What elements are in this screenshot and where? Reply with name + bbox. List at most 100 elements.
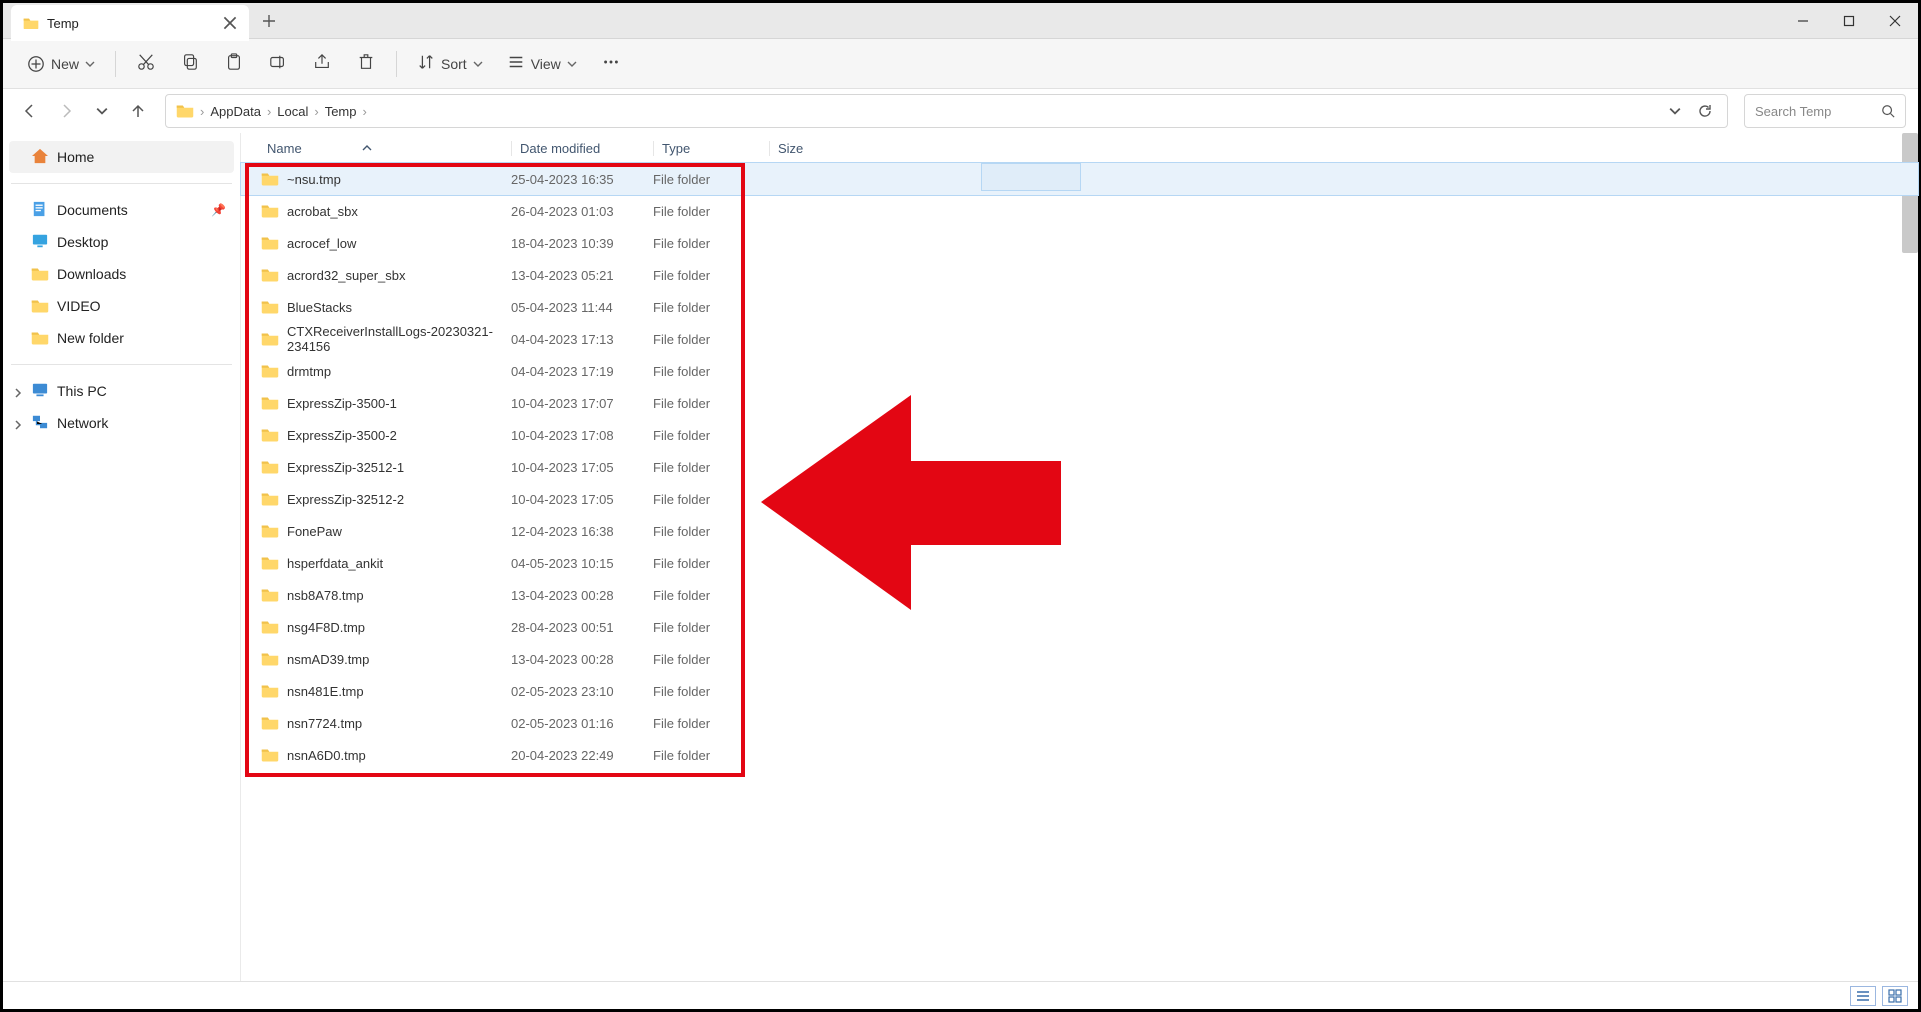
folder-icon	[31, 297, 49, 316]
file-name: nsg4F8D.tmp	[287, 620, 365, 635]
nav-row: › AppData › Local › Temp › Search Temp	[3, 89, 1918, 133]
cut-button[interactable]	[126, 47, 166, 81]
tab-title: Temp	[47, 16, 215, 31]
sort-button[interactable]: Sort	[407, 47, 493, 81]
copy-button[interactable]	[170, 47, 210, 81]
file-row[interactable]: ExpressZip-3500-110-04-2023 17:07File fo…	[241, 387, 1918, 419]
file-row[interactable]: drmtmp04-04-2023 17:19File folder	[241, 355, 1918, 387]
nav-item-label: Documents	[57, 202, 128, 218]
refresh-button[interactable]	[1693, 99, 1717, 123]
breadcrumb-segment[interactable]: Local	[277, 104, 308, 119]
nav-quick-item[interactable]: New folder	[3, 322, 240, 354]
search-box[interactable]: Search Temp	[1744, 94, 1906, 128]
file-row[interactable]: nsg4F8D.tmp28-04-2023 00:51File folder	[241, 611, 1918, 643]
nav-item-label: This PC	[57, 383, 107, 399]
nav-quick-item[interactable]: VIDEO	[3, 290, 240, 322]
breadcrumb-segment[interactable]: AppData	[210, 104, 261, 119]
maximize-button[interactable]	[1826, 3, 1872, 38]
file-type: File folder	[653, 492, 769, 507]
folder-icon	[261, 330, 279, 349]
file-name: CTXReceiverInstallLogs-20230321-234156	[287, 324, 511, 354]
up-button[interactable]	[123, 96, 153, 126]
nav-quick-item[interactable]: Downloads	[3, 258, 240, 290]
file-name: nsb8A78.tmp	[287, 588, 364, 603]
nav-group-item[interactable]: Network	[3, 407, 240, 439]
thumbnails-view-button[interactable]	[1882, 986, 1908, 1006]
minimize-button[interactable]	[1780, 3, 1826, 38]
new-button[interactable]: New	[17, 47, 105, 81]
tab-close-icon[interactable]	[223, 16, 237, 30]
folder-icon	[261, 682, 279, 701]
file-date: 04-04-2023 17:13	[511, 332, 653, 347]
sort-button-label: Sort	[441, 56, 467, 72]
ellipsis-icon	[602, 53, 620, 74]
close-window-button[interactable]	[1872, 3, 1918, 38]
folder-icon	[261, 266, 279, 285]
address-bar[interactable]: › AppData › Local › Temp ›	[165, 94, 1728, 128]
file-row[interactable]: BlueStacks05-04-2023 11:44File folder	[241, 291, 1918, 323]
folder-icon	[176, 102, 194, 121]
file-type: File folder	[653, 460, 769, 475]
file-row[interactable]: acrocef_low18-04-2023 10:39File folder	[241, 227, 1918, 259]
details-view-button[interactable]	[1850, 986, 1876, 1006]
forward-button[interactable]	[51, 96, 81, 126]
back-button[interactable]	[15, 96, 45, 126]
column-type[interactable]: Type	[653, 141, 769, 156]
annotation-arrow-icon	[761, 395, 1061, 610]
file-name: acrord32_super_sbx	[287, 268, 406, 283]
nav-quick-item[interactable]: Documents📌	[3, 194, 240, 226]
recent-dropdown[interactable]	[87, 96, 117, 126]
file-row[interactable]: ExpressZip-32512-110-04-2023 17:05File f…	[241, 451, 1918, 483]
rename-button[interactable]	[258, 47, 298, 81]
file-name: ~nsu.tmp	[287, 172, 341, 187]
more-button[interactable]	[591, 47, 631, 81]
file-row[interactable]: nsn7724.tmp02-05-2023 01:16File folder	[241, 707, 1918, 739]
share-button[interactable]	[302, 47, 342, 81]
file-date: 13-04-2023 00:28	[511, 652, 653, 667]
window-tab[interactable]: Temp	[11, 5, 249, 41]
nav-item-label: Desktop	[57, 234, 108, 250]
folder-icon	[261, 522, 279, 541]
file-row[interactable]: hsperfdata_ankit04-05-2023 10:15File fol…	[241, 547, 1918, 579]
file-date: 26-04-2023 01:03	[511, 204, 653, 219]
delete-button[interactable]	[346, 47, 386, 81]
file-row[interactable]: acrord32_super_sbx13-04-2023 05:21File f…	[241, 259, 1918, 291]
column-date[interactable]: Date modified	[511, 141, 653, 156]
file-row[interactable]: nsb8A78.tmp13-04-2023 00:28File folder	[241, 579, 1918, 611]
file-row[interactable]: ExpressZip-32512-210-04-2023 17:05File f…	[241, 483, 1918, 515]
folder-icon	[261, 714, 279, 733]
nav-quick-item[interactable]: Desktop	[3, 226, 240, 258]
file-type: File folder	[653, 172, 769, 187]
folder-icon	[261, 618, 279, 637]
file-name: nsmAD39.tmp	[287, 652, 369, 667]
breadcrumb-segment[interactable]: Temp	[325, 104, 357, 119]
file-row[interactable]: ExpressZip-3500-210-04-2023 17:08File fo…	[241, 419, 1918, 451]
file-row[interactable]: nsn481E.tmp02-05-2023 23:10File folder	[241, 675, 1918, 707]
folder-icon	[261, 234, 279, 253]
nav-group-item[interactable]: This PC	[3, 375, 240, 407]
file-name: nsn7724.tmp	[287, 716, 362, 731]
file-row[interactable]: acrobat_sbx26-04-2023 01:03File folder	[241, 195, 1918, 227]
nav-home[interactable]: Home	[9, 141, 234, 173]
column-size[interactable]: Size	[769, 141, 849, 156]
file-type: File folder	[653, 396, 769, 411]
file-name: nsnA6D0.tmp	[287, 748, 366, 763]
nav-item-label: VIDEO	[57, 298, 101, 314]
column-name[interactable]: Name	[267, 141, 511, 156]
folder-icon	[261, 490, 279, 509]
file-type: File folder	[653, 652, 769, 667]
file-name: hsperfdata_ankit	[287, 556, 383, 571]
folder-icon	[261, 202, 279, 221]
paste-button[interactable]	[214, 47, 254, 81]
chevron-right-icon	[13, 417, 25, 429]
file-row[interactable]: FonePaw12-04-2023 16:38File folder	[241, 515, 1918, 547]
file-row[interactable]: CTXReceiverInstallLogs-20230321-23415604…	[241, 323, 1918, 355]
new-tab-button[interactable]	[249, 3, 289, 38]
file-name: ExpressZip-32512-1	[287, 460, 404, 475]
file-row[interactable]: nsmAD39.tmp 13-04-2023 00:28File folder	[241, 643, 1918, 675]
file-row[interactable]: nsnA6D0.tmp20-04-2023 22:49File folder	[241, 739, 1918, 771]
view-button[interactable]: View	[497, 47, 587, 81]
file-list[interactable]: ~nsu.tmp25-04-2023 16:35File folderacrob…	[241, 163, 1918, 771]
history-dropdown[interactable]	[1663, 99, 1687, 123]
selection-highlight	[981, 163, 1081, 191]
